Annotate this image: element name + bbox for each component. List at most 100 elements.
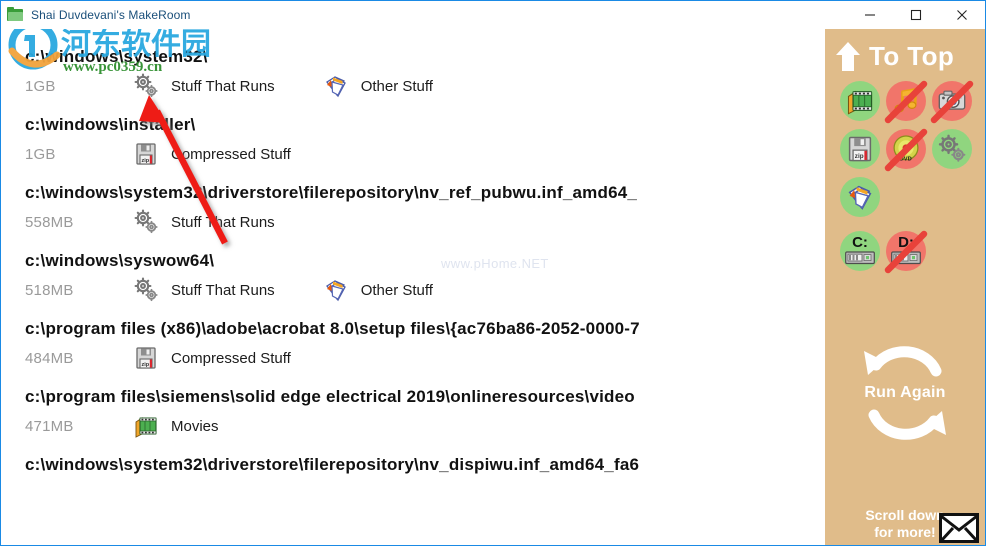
- result-path: c:\windows\system32\driverstore\filerepo…: [25, 183, 638, 202]
- result-category[interactable]: Stuff That Runs: [129, 72, 275, 100]
- result-category[interactable]: zip Compressed Stuff: [129, 140, 291, 168]
- camera-icon: [938, 90, 966, 110]
- floppy-zip-icon: zip: [129, 140, 163, 168]
- title-bar: Shai Duvdevani's MakeRoom: [1, 1, 985, 29]
- result-path: c:\program files\siemens\solid edge elec…: [25, 387, 635, 406]
- gears-icon: [937, 134, 967, 169]
- result-path: c:\windows\syswow64\: [25, 251, 215, 270]
- filter-button-other-stuff[interactable]: [837, 175, 883, 223]
- result-detail-row: 484MB zip Compressed Stuff: [25, 343, 827, 373]
- music-note-icon: [891, 86, 921, 121]
- result-category[interactable]: Movies: [129, 412, 219, 440]
- result-detail-row: 518MB Stuff That Runs Other Stuff: [25, 275, 827, 305]
- sidebar-panel: To Top zip DVD C: D: Run Again Scroll do…: [825, 29, 985, 545]
- run-again-button[interactable]: Run Again: [825, 341, 985, 445]
- music-note-icon: [894, 87, 917, 112]
- notepad-icon: [848, 185, 872, 210]
- filter-button-movies[interactable]: [837, 79, 883, 127]
- notepad-icon: [319, 72, 353, 100]
- result-category[interactable]: Stuff That Runs: [129, 208, 275, 236]
- drive-button-c[interactable]: C:: [837, 229, 883, 277]
- result-category-label: Compressed Stuff: [171, 145, 291, 163]
- floppy-zip-icon: zip: [845, 134, 875, 169]
- hard-drive-icon: [845, 251, 875, 270]
- result-detail-row: 471MB Movies: [25, 411, 827, 441]
- floppy-zip-icon: zip: [129, 344, 163, 372]
- drive-letter-label: C:: [852, 234, 868, 251]
- notepad-icon: [319, 276, 353, 304]
- result-size: 558MB: [25, 213, 74, 231]
- result-path: c:\windows\system32\: [25, 47, 208, 66]
- gears-icon: [134, 277, 158, 302]
- notepad-icon: [325, 280, 346, 302]
- gears-icon: [134, 73, 158, 98]
- notepad-icon: [325, 76, 346, 98]
- result-size: 518MB: [25, 281, 74, 299]
- hard-drive-icon: [891, 251, 921, 270]
- minimize-button[interactable]: [847, 1, 893, 29]
- gears-icon: [129, 276, 163, 304]
- camera-icon: [937, 86, 967, 121]
- svg-text:zip: zip: [142, 158, 150, 164]
- result-size: 484MB: [25, 349, 74, 367]
- envelope-icon[interactable]: [939, 513, 979, 543]
- maximize-button[interactable]: [893, 1, 939, 29]
- result-entry[interactable]: c:\windows\installer\ 1GB zip Compressed …: [25, 115, 827, 169]
- result-category[interactable]: Other Stuff: [319, 72, 433, 100]
- result-entry[interactable]: c:\windows\system32\driverstore\filerepo…: [25, 455, 827, 475]
- filter-button-pictures[interactable]: [929, 79, 975, 127]
- hard-drive-icon: [891, 251, 921, 265]
- film-icon: [129, 412, 163, 440]
- result-entry[interactable]: c:\windows\system32\driverstore\filerepo…: [25, 183, 827, 237]
- close-button[interactable]: [939, 1, 985, 29]
- result-size: 1GB: [25, 77, 56, 95]
- film-icon: [847, 90, 873, 115]
- floppy-zip-icon: zip: [136, 143, 156, 165]
- window-controls: [847, 1, 985, 29]
- result-category-label: Compressed Stuff: [171, 349, 291, 367]
- floppy-zip-icon: zip: [848, 136, 872, 161]
- hard-drive-icon: [845, 251, 875, 265]
- result-category-label: Movies: [171, 417, 219, 435]
- dvd-icon: DVD: [891, 134, 921, 169]
- result-detail-row: 1GB zip Compressed Stuff: [25, 139, 827, 169]
- arrow-up-icon: [836, 42, 860, 71]
- gears-icon: [938, 134, 966, 162]
- to-top-label: To Top: [869, 40, 955, 71]
- gears-icon: [134, 209, 158, 234]
- results-list[interactable]: c:\windows\system32\ 1GB Stuff That Runs…: [1, 29, 827, 545]
- window-title: Shai Duvdevani's MakeRoom: [31, 8, 191, 22]
- filter-button-music[interactable]: [883, 79, 929, 127]
- result-category-label: Stuff That Runs: [171, 281, 275, 299]
- svg-text:DVD: DVD: [900, 156, 912, 162]
- run-again-label: Run Again: [864, 384, 946, 401]
- result-category-label: Other Stuff: [360, 281, 433, 299]
- result-category[interactable]: Other Stuff: [319, 276, 433, 304]
- result-entry[interactable]: c:\windows\syswow64\ 518MB Stuff That Ru…: [25, 251, 827, 305]
- floppy-zip-icon: zip: [136, 347, 156, 369]
- filter-button-discs[interactable]: DVD: [883, 127, 929, 175]
- svg-text:zip: zip: [855, 153, 864, 160]
- film-icon: [845, 86, 875, 121]
- makeroom-window: Shai Duvdevani's MakeRoom c:\windows\sys…: [0, 0, 986, 546]
- result-size: 1GB: [25, 145, 56, 163]
- result-path: c:\windows\installer\: [25, 115, 196, 134]
- result-category-label: Stuff That Runs: [171, 213, 275, 231]
- result-category-label: Stuff That Runs: [171, 77, 275, 95]
- notepad-icon: [845, 182, 875, 217]
- filter-button-stuff-that-runs[interactable]: [929, 127, 975, 175]
- filter-button-compressed[interactable]: zip: [837, 127, 883, 175]
- to-top-button[interactable]: To Top: [825, 29, 985, 75]
- drive-button-d[interactable]: D:: [883, 229, 929, 277]
- result-category[interactable]: zip Compressed Stuff: [129, 344, 291, 372]
- film-icon: [135, 417, 157, 438]
- result-entry[interactable]: c:\program files (x86)\adobe\acrobat 8.0…: [25, 319, 827, 373]
- result-path: c:\program files (x86)\adobe\acrobat 8.0…: [25, 319, 640, 338]
- drive-letter-label: D:: [898, 234, 914, 251]
- result-detail-row: 1GB Stuff That Runs Other Stuff: [25, 71, 827, 101]
- gears-icon: [129, 72, 163, 100]
- result-entry[interactable]: c:\windows\system32\ 1GB Stuff That Runs…: [25, 47, 827, 101]
- folder-icon: [7, 6, 25, 24]
- result-entry[interactable]: c:\program files\siemens\solid edge elec…: [25, 387, 827, 441]
- result-category[interactable]: Stuff That Runs: [129, 276, 275, 304]
